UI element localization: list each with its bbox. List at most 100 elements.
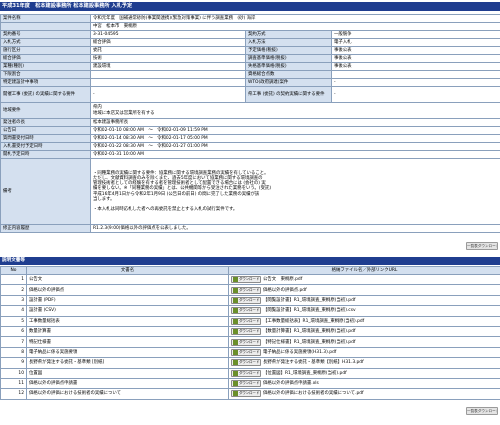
info-row: 修正内容履歴 R1.2.3(9:00)価格以外の評価点を公表しました。	[0, 224, 500, 233]
table-row: 12 価格以外の評価における技術者の実績について ダウンロード 価格以外の評価にお…	[0, 388, 500, 400]
doc-file-name[interactable]: 【特記仕様書】R1_環境調査_東桐原(当初).pdf	[263, 339, 355, 344]
doc-file-cell: ダウンロード 【位置図】R1_環境調査_東桐原(当初).pdf	[228, 367, 500, 379]
download-button[interactable]: ダウンロード	[231, 348, 261, 356]
table-row: 6 数量計算書 ダウンロード 【数量計算書】R1_環境調査_東桐原(当初).pdf	[0, 325, 500, 338]
doc-file-cell: ダウンロード 【数量計算書】R1_環境調査_東桐原(当初).pdf	[228, 325, 500, 338]
info-label: 入札方式	[0, 38, 91, 47]
info-value: 事後公表	[330, 62, 500, 71]
project-info-table: 案件名称 令和元年度 国補通常砂防(事業関連携)(緊急対策事業) に伴う調査業務…	[0, 14, 500, 233]
doc-file-name[interactable]: 長野県が発注する委託・基準類【別紙】H31.3.pdf	[263, 360, 364, 365]
download-button[interactable]: ダウンロード	[231, 338, 261, 346]
doc-file-name[interactable]: 価格以外の評価点申請書.xls	[263, 381, 319, 386]
column-header-name: 文書名	[26, 266, 229, 275]
table-row: 7 特記仕様書 ダウンロード 【特記仕様書】R1_環境調査_東桐原(当初).pdf	[0, 336, 500, 348]
download-button[interactable]: ダウンロード	[231, 369, 261, 377]
info-row: 契約番号 3-31-04595 契約方式 一般競争	[0, 30, 500, 39]
doc-no: 10	[0, 367, 27, 379]
doc-file-name[interactable]: 【数量計算書】R1_環境調査_東桐原(当初).pdf	[263, 329, 355, 334]
info-label: 地域要件	[0, 102, 91, 119]
download-button[interactable]: ダウンロード	[231, 286, 261, 294]
info-label: 下限割合	[0, 70, 91, 79]
info-label: 資格総合点数	[245, 70, 332, 79]
info-label: 総合評価	[0, 54, 91, 63]
notes-cell: ・同種業務の実績に関する要件：協業務に関する環境調査業務の実績を有していること。…	[89, 158, 500, 225]
table-header-row: No 文書名 格納ファイル名／外部リンクURL	[0, 266, 500, 275]
info-label	[0, 22, 91, 31]
download-button[interactable]: ダウンロード	[231, 390, 261, 398]
download-icon	[233, 370, 238, 376]
region-line-2: 地域に本店又は営業所を有する	[93, 110, 155, 116]
info-row: 開札予定日時 令和02-01-31 10:00 AM	[0, 150, 500, 159]
info-label: 開催工事 (委託) の実績に関する要件	[0, 86, 91, 103]
info-value: 委託	[90, 46, 246, 55]
download-button[interactable]: ダウンロード	[231, 380, 261, 388]
doc-file-cell: ダウンロード 【特記仕様書】R1_環境調査_東桐原(当初).pdf	[228, 336, 500, 348]
doc-file-name[interactable]: 価格以外の評価点.pdf	[263, 288, 307, 293]
table-row: 11 価格以外の評価点申請書 ダウンロード 価格以外の評価点申請書.xls	[0, 377, 500, 390]
info-label: 入札書受付予定日時	[0, 142, 91, 151]
info-value: 電子入札	[330, 38, 500, 47]
doc-file-cell: ダウンロード 公告文 東桐原.pdf	[228, 273, 500, 286]
doc-file-cell: ダウンロード 【工事数量総括表】R1_環境調査_東桐原(当初).pdf	[228, 315, 500, 327]
info-row: 質問書受付日時 令和02-01-14 08:30 AM ～ 令和02-01-17…	[0, 134, 500, 143]
doc-no: 8	[0, 346, 27, 359]
doc-no: 7	[0, 336, 27, 348]
table-row: 10 位置図 ダウンロード 【位置図】R1_環境調査_東桐原(当初).pdf	[0, 367, 500, 379]
download-list-button[interactable]: 一覧表ダウンロード	[466, 242, 498, 250]
column-header-file: 格納ファイル名／外部リンクURL	[228, 266, 500, 275]
info-value: 3-31-04595	[90, 30, 246, 39]
info-value: -	[330, 78, 500, 87]
info-value: 事後公表	[330, 46, 500, 55]
download-icon	[233, 339, 238, 345]
doc-no: 2	[0, 284, 27, 296]
doc-name: 価格以外の評価点	[26, 284, 229, 296]
doc-file-name[interactable]: 【工事数量総括表】R1_環境調査_東桐原(当初).pdf	[263, 319, 364, 324]
info-row: 施行区分 委託 予定価格(税抜) 事後公表	[0, 46, 500, 55]
doc-file-cell: ダウンロード 価格以外の評価における技術者の実績について.pdf	[228, 388, 500, 400]
doc-file-name[interactable]: 【閲覧設計書】R1_環境調査_東桐原(当初).pdf	[263, 298, 355, 303]
doc-file-name[interactable]: 【位置図】R1_環境調査_東桐原(当初).pdf	[263, 371, 347, 376]
doc-no: 3	[0, 294, 27, 307]
page-header: 平成31年度 松本建設事務所 松本建設事務所 入札予定	[0, 2, 500, 11]
download-button[interactable]: ダウンロード	[231, 317, 261, 325]
doc-name: 公告文	[26, 273, 229, 286]
doc-file-name[interactable]: 公告文 東桐原.pdf	[263, 277, 302, 282]
download-button[interactable]: ダウンロード	[231, 328, 261, 336]
info-value: 総合評価	[90, 38, 246, 47]
doc-file-cell: ダウンロード 【閲覧設計書】R1_環境調査_東桐原(当初).csv	[228, 305, 500, 317]
info-label: 発注者の長	[0, 118, 91, 127]
info-value: 建設環境	[90, 62, 246, 71]
project-name-line-1: 令和元年度 国補通常砂防(事業関連携)(緊急対策事業) に伴う調査業務 (砂) …	[93, 15, 256, 21]
info-row: 案件名称 令和元年度 国補通常砂防(事業関連携)(緊急対策事業) に伴う調査業務…	[0, 14, 500, 23]
doc-name: 位置図	[26, 367, 229, 379]
info-row: 発注者の長 松本建設事務所長	[0, 118, 500, 127]
info-row: 下限割合 資格総合点数	[0, 70, 500, 79]
doc-file-name[interactable]: 【閲覧設計書】R1_環境調査_東桐原(当初).csv	[263, 308, 356, 313]
info-value: 令和02-01-10 08:00 AM ～ 令和02-01-09 11:59 P…	[89, 126, 500, 135]
info-row: 備考 ・同種業務の実績に関する要件：協業務に関する環境調査業務の実績を有している…	[0, 158, 500, 225]
info-label: 公告日	[0, 126, 91, 135]
documents-table: No 文書名 格納ファイル名／外部リンクURL 1 公告文 ダウンロード 公告文 …	[0, 266, 500, 400]
doc-name: 工事数量総括表	[26, 315, 229, 327]
download-button[interactable]: ダウンロード	[231, 296, 261, 304]
doc-no: 6	[0, 325, 27, 338]
info-value	[90, 70, 246, 79]
doc-file-name[interactable]: 価格以外の評価における技術者の実績について.pdf	[263, 391, 364, 396]
download-button[interactable]: ダウンロード	[231, 276, 261, 284]
doc-name: 価格以外の評価における技術者の実績について	[26, 388, 229, 400]
info-value: 一般競争	[330, 30, 500, 39]
download-list-button-bottom[interactable]: 一覧表ダウンロード	[466, 407, 498, 415]
doc-file-cell: ダウンロード 【閲覧設計書】R1_環境調査_東桐原(当初).pdf	[228, 294, 500, 307]
doc-file-name[interactable]: 電子納品に係る実施要領(H31.3).pdf	[263, 350, 336, 355]
doc-no: 5	[0, 315, 27, 327]
download-button[interactable]: ダウンロード	[231, 307, 261, 315]
download-icon	[233, 329, 238, 335]
doc-file-cell: ダウンロード 価格以外の評価点申請書.xls	[228, 377, 500, 390]
info-label: 失格基準価格(税抜)	[245, 62, 332, 71]
info-value: -	[90, 86, 246, 103]
info-label: 予定価格(税抜)	[245, 46, 332, 55]
download-icon	[233, 308, 238, 314]
table-row: 5 工事数量総括表 ダウンロード 【工事数量総括表】R1_環境調査_東桐原(当初)…	[0, 315, 500, 327]
download-button[interactable]: ダウンロード	[231, 359, 261, 367]
info-label: 質問書受付日時	[0, 134, 91, 143]
